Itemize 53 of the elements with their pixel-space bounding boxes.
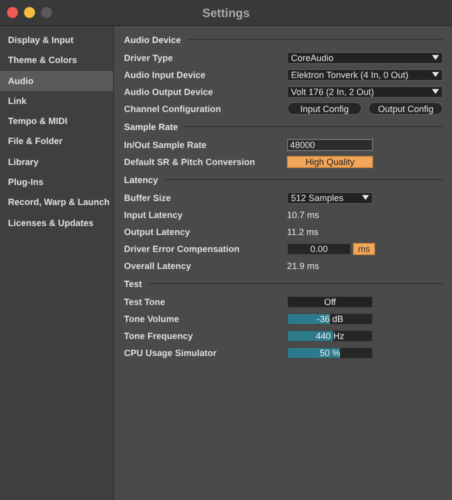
sidebar-item[interactable]: Licenses & Updates xyxy=(0,212,113,233)
sidebar-item[interactable]: Library xyxy=(0,152,113,172)
toggle-button[interactable]: Off xyxy=(287,296,373,308)
section-heading: Test xyxy=(124,278,142,288)
value-text: 21.9 ms xyxy=(287,260,320,270)
sidebar-item[interactable]: Audio xyxy=(0,70,113,91)
toggle-button[interactable]: High Quality xyxy=(287,156,373,168)
section-heading: Latency xyxy=(124,174,158,184)
caret-icon xyxy=(432,89,439,94)
setting-label: Audio Output Device xyxy=(124,86,214,96)
setting-label: Tone Volume xyxy=(124,314,180,324)
value-text: 11.2 ms xyxy=(287,226,318,236)
unit-button[interactable]: ms xyxy=(353,242,375,254)
input-field[interactable]: 0.00 xyxy=(287,242,351,254)
setting-label: Buffer Size xyxy=(124,192,172,202)
setting-label: Test Tone xyxy=(124,296,166,306)
input-field[interactable]: 48000 xyxy=(287,138,373,150)
sidebar-item[interactable]: Record, Warp & Launch xyxy=(0,192,113,213)
config-button[interactable]: Input Config xyxy=(287,102,362,115)
minimize-button[interactable] xyxy=(24,7,35,18)
setting-label: Input Latency xyxy=(124,210,184,220)
caret-icon xyxy=(432,72,439,77)
setting-label: Audio Input Device xyxy=(124,70,207,80)
sidebar-item[interactable]: Link xyxy=(0,90,113,112)
section-heading: Sample Rate xyxy=(124,122,178,132)
window-title: Settings xyxy=(202,6,250,20)
close-button[interactable] xyxy=(7,7,18,18)
sidebar-item[interactable]: Display & Input xyxy=(0,30,113,50)
dropdown[interactable]: Elektron Tonverk (4 In, 0 Out) xyxy=(287,68,443,80)
setting-label: CPU Usage Simulator xyxy=(124,348,218,358)
setting-label: Channel Configuration xyxy=(124,104,222,114)
setting-label: Driver Type xyxy=(124,52,174,62)
setting-label: Overall Latency xyxy=(124,260,192,270)
setting-label: Driver Error Compensation xyxy=(124,244,241,254)
setting-label: Output Latency xyxy=(124,226,192,236)
sidebar-item[interactable]: Theme & Colors xyxy=(0,50,113,71)
value-text: 10.7 ms xyxy=(287,210,320,220)
dropdown[interactable]: Volt 176 (2 In, 2 Out) xyxy=(287,86,443,98)
sidebar-item[interactable]: File & Folder xyxy=(0,131,113,152)
sidebar-item[interactable]: Tempo & MIDI xyxy=(0,111,113,132)
slider[interactable]: -36 dB xyxy=(287,312,373,324)
config-button[interactable]: Output Config xyxy=(368,102,443,115)
sidebar-item[interactable]: Plug-Ins xyxy=(0,172,113,192)
caret-icon xyxy=(362,195,369,200)
dropdown[interactable]: 512 Samples xyxy=(287,192,373,204)
section-heading: Audio Device xyxy=(124,34,182,44)
caret-icon xyxy=(432,55,439,60)
setting-label: Tone Frequency xyxy=(124,330,194,340)
setting-label: Default SR & Pitch Conversion xyxy=(124,156,256,166)
dropdown[interactable]: CoreAudio xyxy=(287,52,443,64)
slider[interactable]: 440 Hz xyxy=(287,330,373,342)
slider[interactable]: 50 % xyxy=(287,346,373,358)
setting-label: In/Out Sample Rate xyxy=(124,140,208,150)
